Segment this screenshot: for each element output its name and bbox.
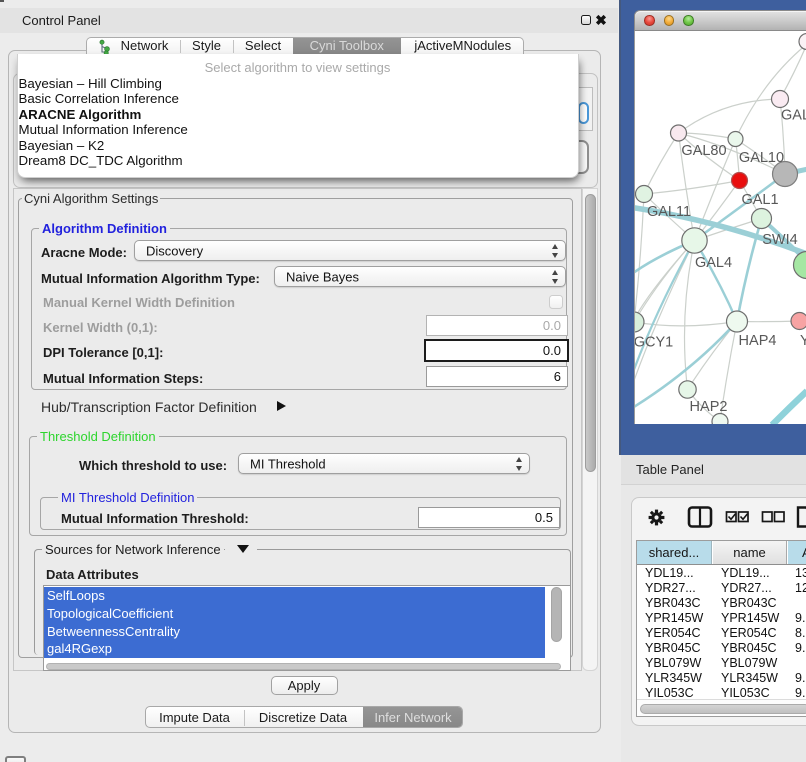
svg-text:GAL80: GAL80	[681, 143, 726, 159]
svg-text:HAP2: HAP2	[690, 399, 728, 415]
svg-text:GAL1: GAL1	[741, 192, 778, 208]
svg-text:YE: YE	[800, 333, 806, 349]
svg-text:HAP4: HAP4	[739, 333, 777, 349]
svg-text:GAL11: GAL11	[647, 204, 691, 220]
svg-text:GAL7: GAL7	[781, 108, 806, 124]
svg-text:GAL4: GAL4	[695, 255, 732, 271]
svg-text:GCY1: GCY1	[635, 335, 673, 351]
svg-text:GAL10: GAL10	[739, 150, 784, 166]
svg-text:SWI4: SWI4	[762, 232, 797, 248]
